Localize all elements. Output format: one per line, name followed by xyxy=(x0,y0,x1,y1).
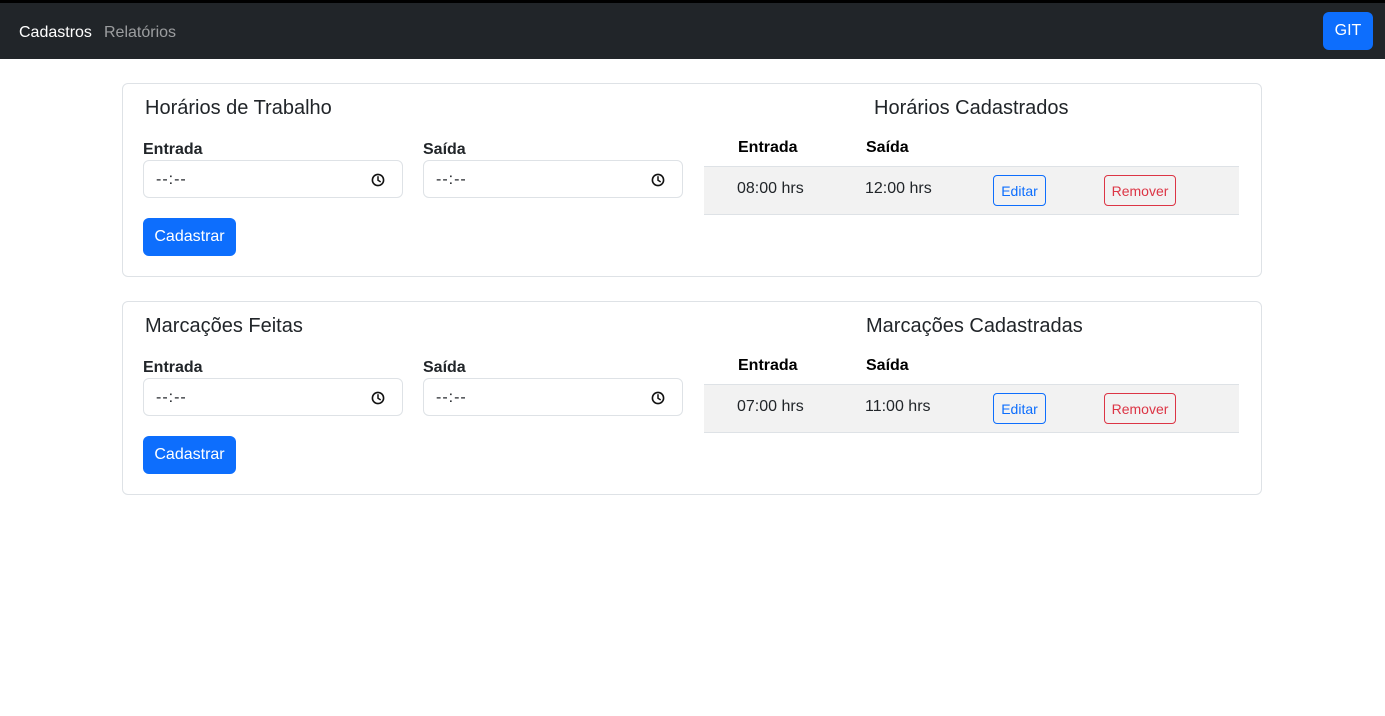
entrada-time-input[interactable]: --:-- xyxy=(143,378,403,416)
table-row: 08:00 hrs 12:00 hrs Editar Remover xyxy=(704,166,1239,215)
entrada-label: Entrada xyxy=(143,141,203,158)
column-header-entrada: Entrada xyxy=(738,357,798,374)
saida-label: Saída xyxy=(423,141,466,158)
markings-form-title: Marcações Feitas xyxy=(145,315,303,337)
row-saida: 12:00 hrs xyxy=(865,180,932,197)
edit-button[interactable]: Editar xyxy=(993,393,1046,424)
column-header-saida: Saída xyxy=(866,357,909,374)
entrada-time-value: --:-- xyxy=(156,171,187,188)
table-row: 07:00 hrs 11:00 hrs Editar Remover xyxy=(704,384,1239,433)
row-saida: 11:00 hrs xyxy=(865,398,931,415)
nav-link-relatorios[interactable]: Relatórios xyxy=(104,23,176,42)
cadastrar-button[interactable]: Cadastrar xyxy=(143,436,236,474)
nav-link-cadastros[interactable]: Cadastros xyxy=(19,23,92,42)
saida-time-value: --:-- xyxy=(436,389,467,406)
row-entrada: 08:00 hrs xyxy=(737,180,804,197)
row-entrada: 07:00 hrs xyxy=(737,398,804,415)
markings-list-title: Marcações Cadastradas xyxy=(866,315,1083,337)
saida-label: Saída xyxy=(423,359,466,376)
clock-icon[interactable] xyxy=(371,391,385,405)
column-header-saida: Saída xyxy=(866,139,909,156)
entrada-time-input[interactable]: --:-- xyxy=(143,160,403,198)
clock-icon[interactable] xyxy=(651,391,665,405)
work-hours-form-title: Horários de Trabalho xyxy=(145,97,332,119)
edit-button[interactable]: Editar xyxy=(993,175,1046,206)
saida-time-value: --:-- xyxy=(436,171,467,188)
work-hours-card: Horários de Trabalho Entrada --:-- Saída… xyxy=(122,83,1262,277)
column-header-entrada: Entrada xyxy=(738,139,798,156)
work-hours-list-title: Horários Cadastrados xyxy=(874,97,1069,119)
entrada-label: Entrada xyxy=(143,359,203,376)
saida-time-input[interactable]: --:-- xyxy=(423,378,683,416)
clock-icon[interactable] xyxy=(651,173,665,187)
saida-time-input[interactable]: --:-- xyxy=(423,160,683,198)
remove-button[interactable]: Remover xyxy=(1104,175,1176,206)
top-navbar: Cadastros Relatórios GIT xyxy=(0,0,1385,59)
clock-icon[interactable] xyxy=(371,173,385,187)
markings-card: Marcações Feitas Entrada --:-- Saída --:… xyxy=(122,301,1262,495)
cadastrar-button[interactable]: Cadastrar xyxy=(143,218,236,256)
remove-button[interactable]: Remover xyxy=(1104,393,1176,424)
entrada-time-value: --:-- xyxy=(156,389,187,406)
git-button[interactable]: GIT xyxy=(1323,12,1373,50)
